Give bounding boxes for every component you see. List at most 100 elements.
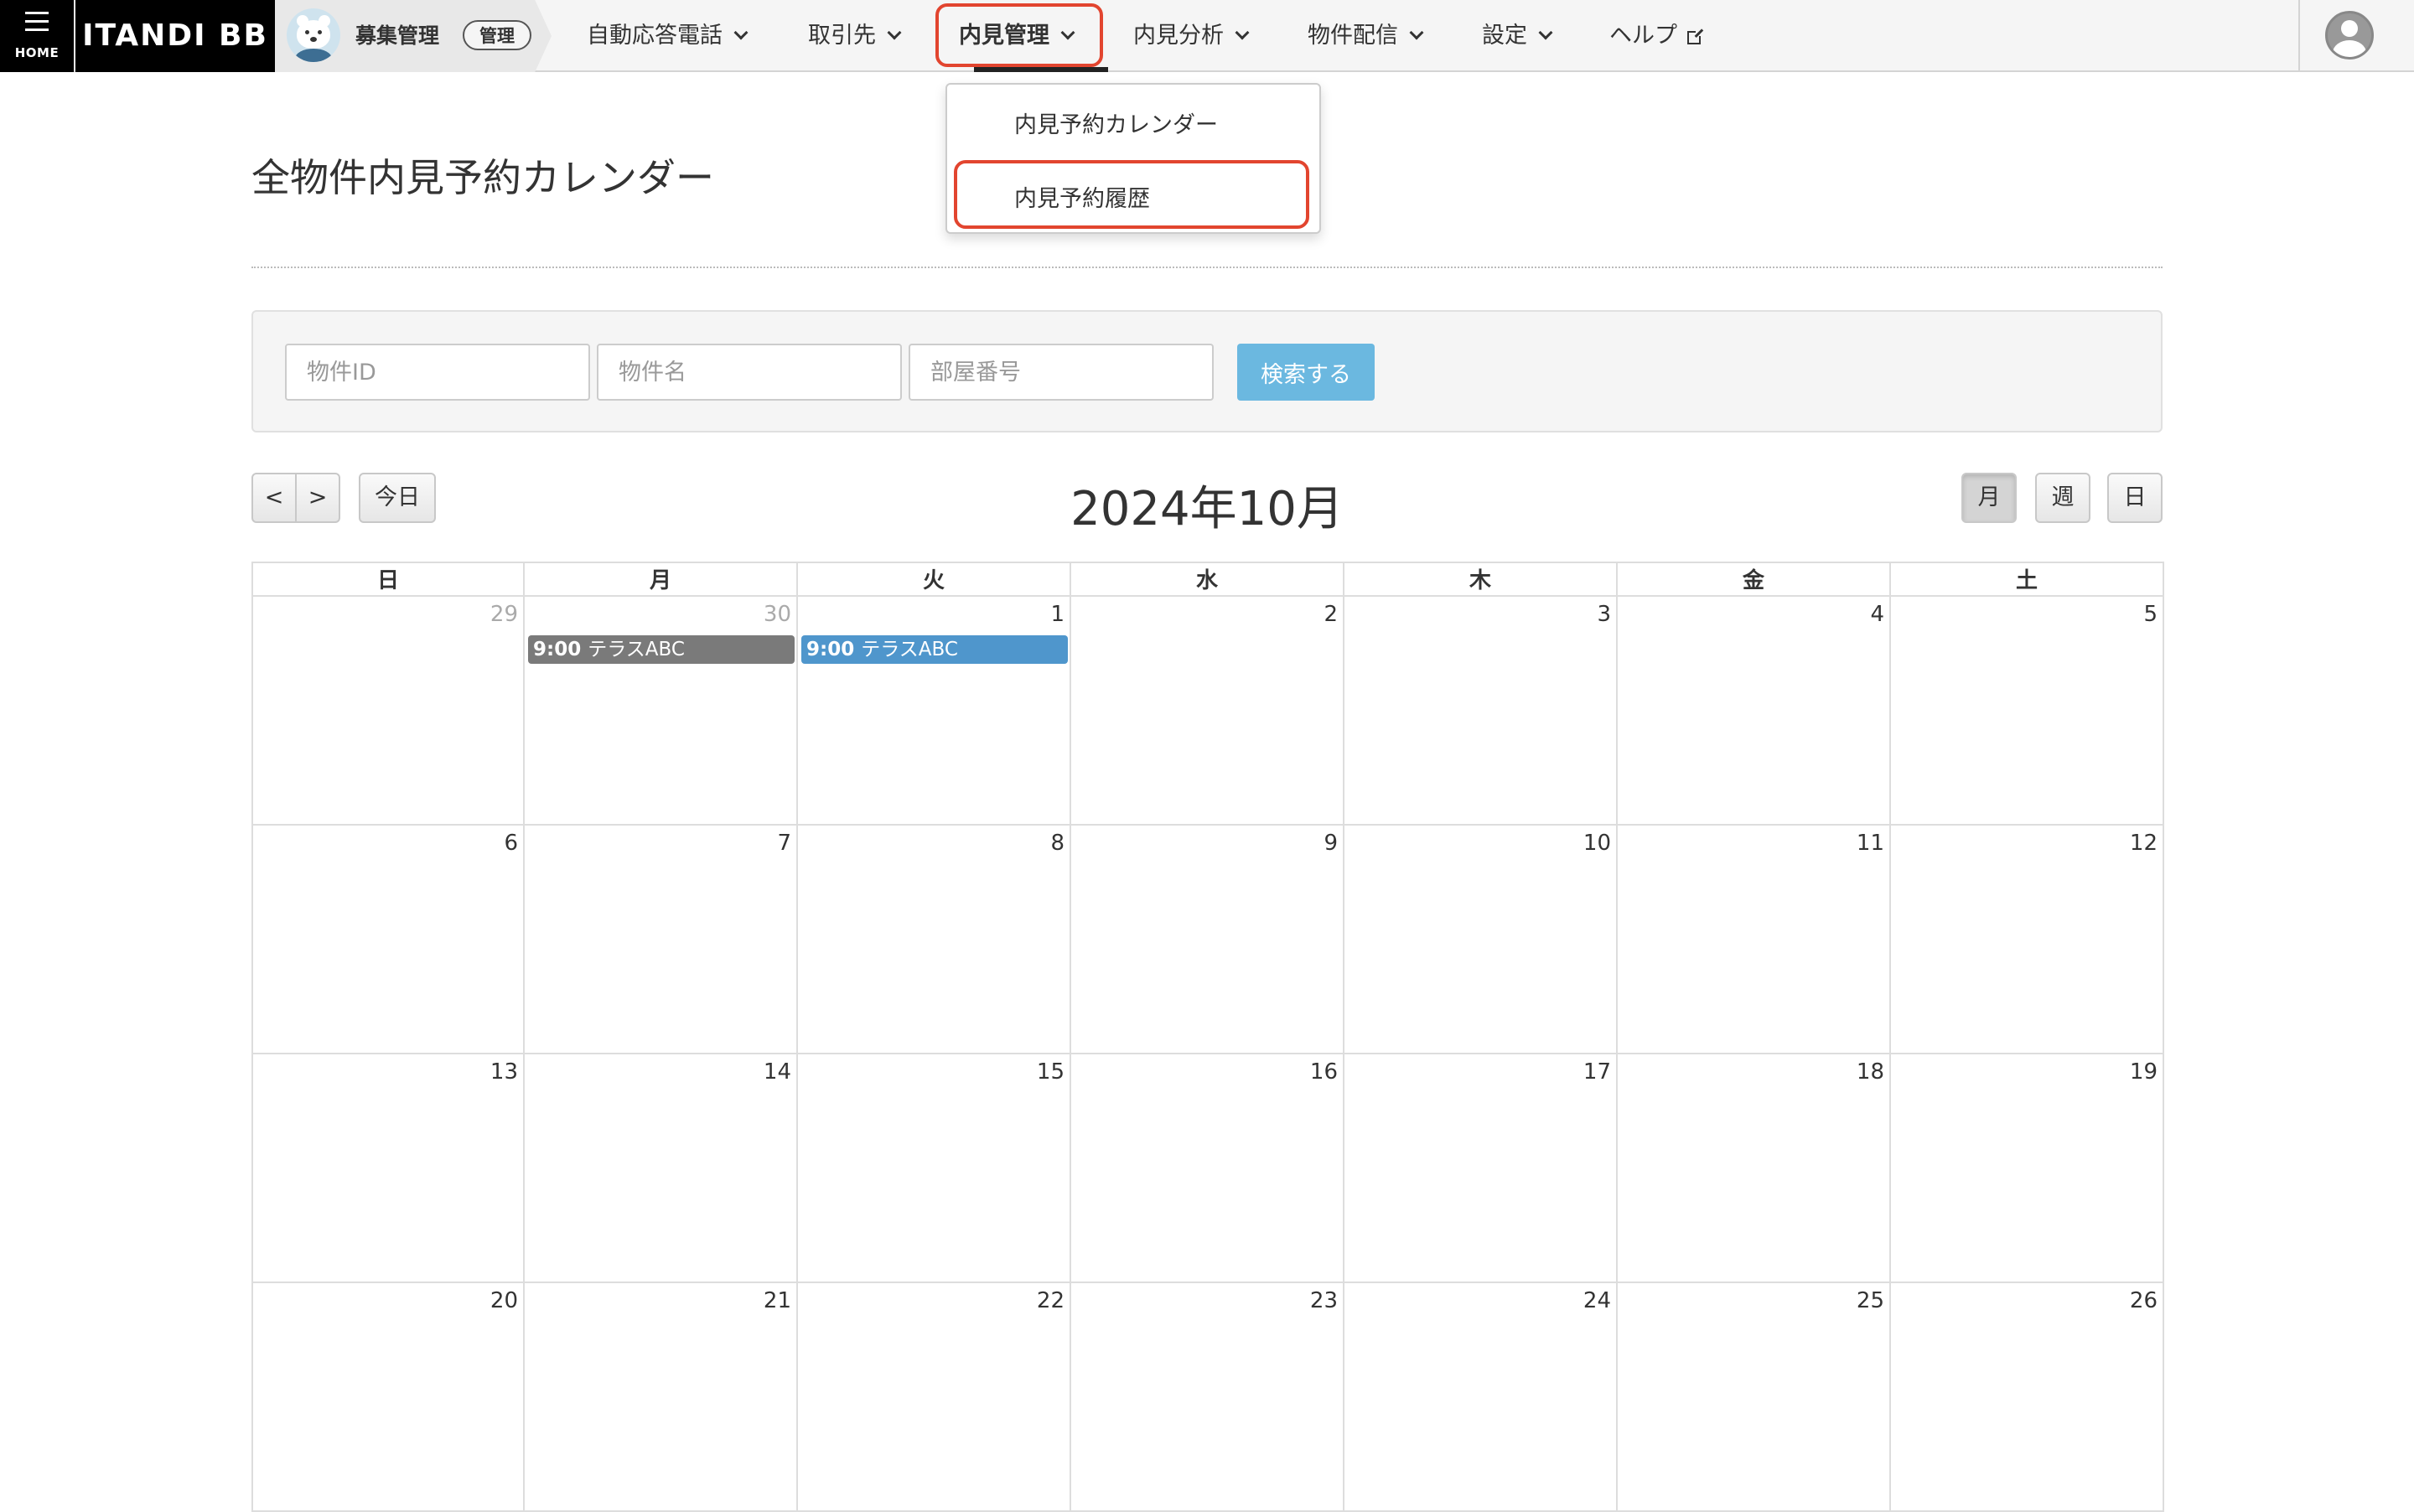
weekday-header-cell: 月 [525,562,798,597]
day-number: 30 [763,602,791,627]
calendar-day-cell[interactable]: 15 [798,1054,1071,1283]
calendar-day-cell[interactable]: 16 [1071,1054,1344,1283]
nav-item-label: 取引先 [808,23,876,49]
calendar-event[interactable]: 9:00 テラスABC [801,635,1068,664]
top-nav: HOME ITANDI BB 募集管理 管理 自動応答電話 取引先 内見管理 内… [0,0,2414,72]
weekday-header-cell: 日 [251,562,525,597]
day-number: 21 [763,1288,791,1313]
calendar-day-cell[interactable]: 25 [1618,1283,1891,1512]
nav-item-viewing-analysis[interactable]: 内見分析 [1133,0,1250,72]
day-number: 11 [1856,831,1884,856]
calendar-day-cell[interactable]: 23 [1071,1283,1344,1512]
nav-item-auto-phone[interactable]: 自動応答電話 [587,0,749,72]
day-number: 25 [1856,1288,1884,1313]
calendar-day-cell[interactable]: 26 [1891,1283,2164,1512]
view-month-button[interactable]: 月 [1961,473,2017,523]
day-number: 14 [763,1059,791,1085]
weekday-header-cell: 火 [798,562,1071,597]
calendar-event[interactable]: 9:00 テラスABC [528,635,795,664]
viewing-management-dropdown: 内見予約カレンダー 内見予約履歴 [945,83,1321,234]
chevron-down-icon [1235,25,1250,40]
nav-item-label: 内見分析 [1133,23,1224,49]
calendar-day-cell[interactable]: 17 [1344,1054,1618,1283]
home-menu-button[interactable]: HOME [0,0,74,72]
nav-item-label: 設定 [1482,23,1527,49]
weekday-header: 日月火水木金土 [251,562,2164,597]
day-number: 26 [2129,1288,2158,1313]
calendar-day-cell[interactable]: 5 [1891,597,2164,826]
external-link-icon [1687,28,1704,44]
day-number: 19 [2129,1059,2158,1085]
calendar-day-cell[interactable]: 7 [525,826,798,1054]
calendar-day-cell[interactable]: 19 [1891,1054,2164,1283]
weekday-header-cell: 水 [1071,562,1344,597]
hamburger-icon [25,12,49,37]
day-number: 2 [1324,602,1338,627]
property-name-input[interactable] [597,344,902,401]
day-number: 12 [2129,831,2158,856]
nav-item-settings[interactable]: 設定 [1482,0,1553,72]
product-badge: 管理 [463,20,531,50]
calendar-day-cell[interactable]: 30 9:00 テラスABC [525,597,798,826]
user-avatar-icon[interactable] [2325,11,2374,60]
calendar-day-cell[interactable]: 6 [251,826,525,1054]
nav-item-label: 物件配信 [1308,23,1398,49]
calendar-day-cell[interactable]: 24 [1344,1283,1618,1512]
day-number: 29 [490,602,518,627]
day-number: 6 [504,831,518,856]
calendar-day-cell[interactable]: 3 [1344,597,1618,826]
dropdown-item-viewing-calendar[interactable]: 内見予約カレンダー [1014,106,1218,139]
weekday-header-cell: 金 [1618,562,1891,597]
day-number: 8 [1050,831,1065,856]
chevron-down-icon [1538,25,1553,40]
active-nav-underline [974,67,1108,72]
day-number: 22 [1036,1288,1065,1313]
calendar-day-cell[interactable]: 22 [798,1283,1071,1512]
day-number: 20 [490,1288,518,1313]
calendar-day-cell[interactable]: 2 [1071,597,1344,826]
day-number: 15 [1036,1059,1065,1085]
calendar-day-cell[interactable]: 20 [251,1283,525,1512]
calendar-day-cell[interactable]: 13 [251,1054,525,1283]
search-button[interactable]: 検索する [1237,344,1375,401]
chevron-down-icon [887,25,902,40]
active-nav-highlight [935,3,1103,67]
dropdown-highlight [954,160,1309,229]
product-switcher[interactable]: 募集管理 管理 [275,0,552,72]
search-panel: 検索する [251,310,2163,432]
view-day-button[interactable]: 日 [2107,473,2163,523]
nav-item-help[interactable]: ヘルプ [1609,0,1704,72]
room-number-input[interactable] [909,344,1214,401]
nav-item-label: ヘルプ [1609,23,1677,49]
user-menu[interactable] [2298,0,2414,72]
event-title: テラスABC [861,639,958,660]
calendar-day-cell[interactable]: 21 [525,1283,798,1512]
day-number: 1 [1050,602,1065,627]
nav-item-property-distribution[interactable]: 物件配信 [1308,0,1424,72]
calendar-day-cell[interactable]: 9 [1071,826,1344,1054]
calendar-day-cell[interactable]: 29 [251,597,525,826]
event-title: テラスABC [588,639,685,660]
weekday-header-cell: 土 [1891,562,2164,597]
view-week-button[interactable]: 週 [2035,473,2090,523]
calendar-day-cell[interactable]: 11 [1618,826,1891,1054]
calendar-day-cell[interactable]: 4 [1618,597,1891,826]
day-number: 24 [1583,1288,1611,1313]
calendar-day-cell[interactable]: 10 [1344,826,1618,1054]
calendar-day-cell[interactable]: 8 [798,826,1071,1054]
day-number: 7 [777,831,791,856]
nav-item-partners[interactable]: 取引先 [808,0,902,72]
property-id-input[interactable] [285,344,590,401]
day-number: 5 [2143,602,2158,627]
calendar-day-cell[interactable]: 14 [525,1054,798,1283]
day-number: 16 [1309,1059,1338,1085]
event-time: 9:00 [533,639,582,660]
event-time: 9:00 [806,639,855,660]
calendar-day-cell[interactable]: 12 [1891,826,2164,1054]
day-number: 13 [490,1059,518,1085]
brand-logo[interactable]: ITANDI BB [75,0,275,72]
day-number: 4 [1870,602,1884,627]
chevron-down-icon [733,25,749,40]
calendar-day-cell[interactable]: 18 [1618,1054,1891,1283]
calendar-day-cell[interactable]: 1 9:00 テラスABC [798,597,1071,826]
